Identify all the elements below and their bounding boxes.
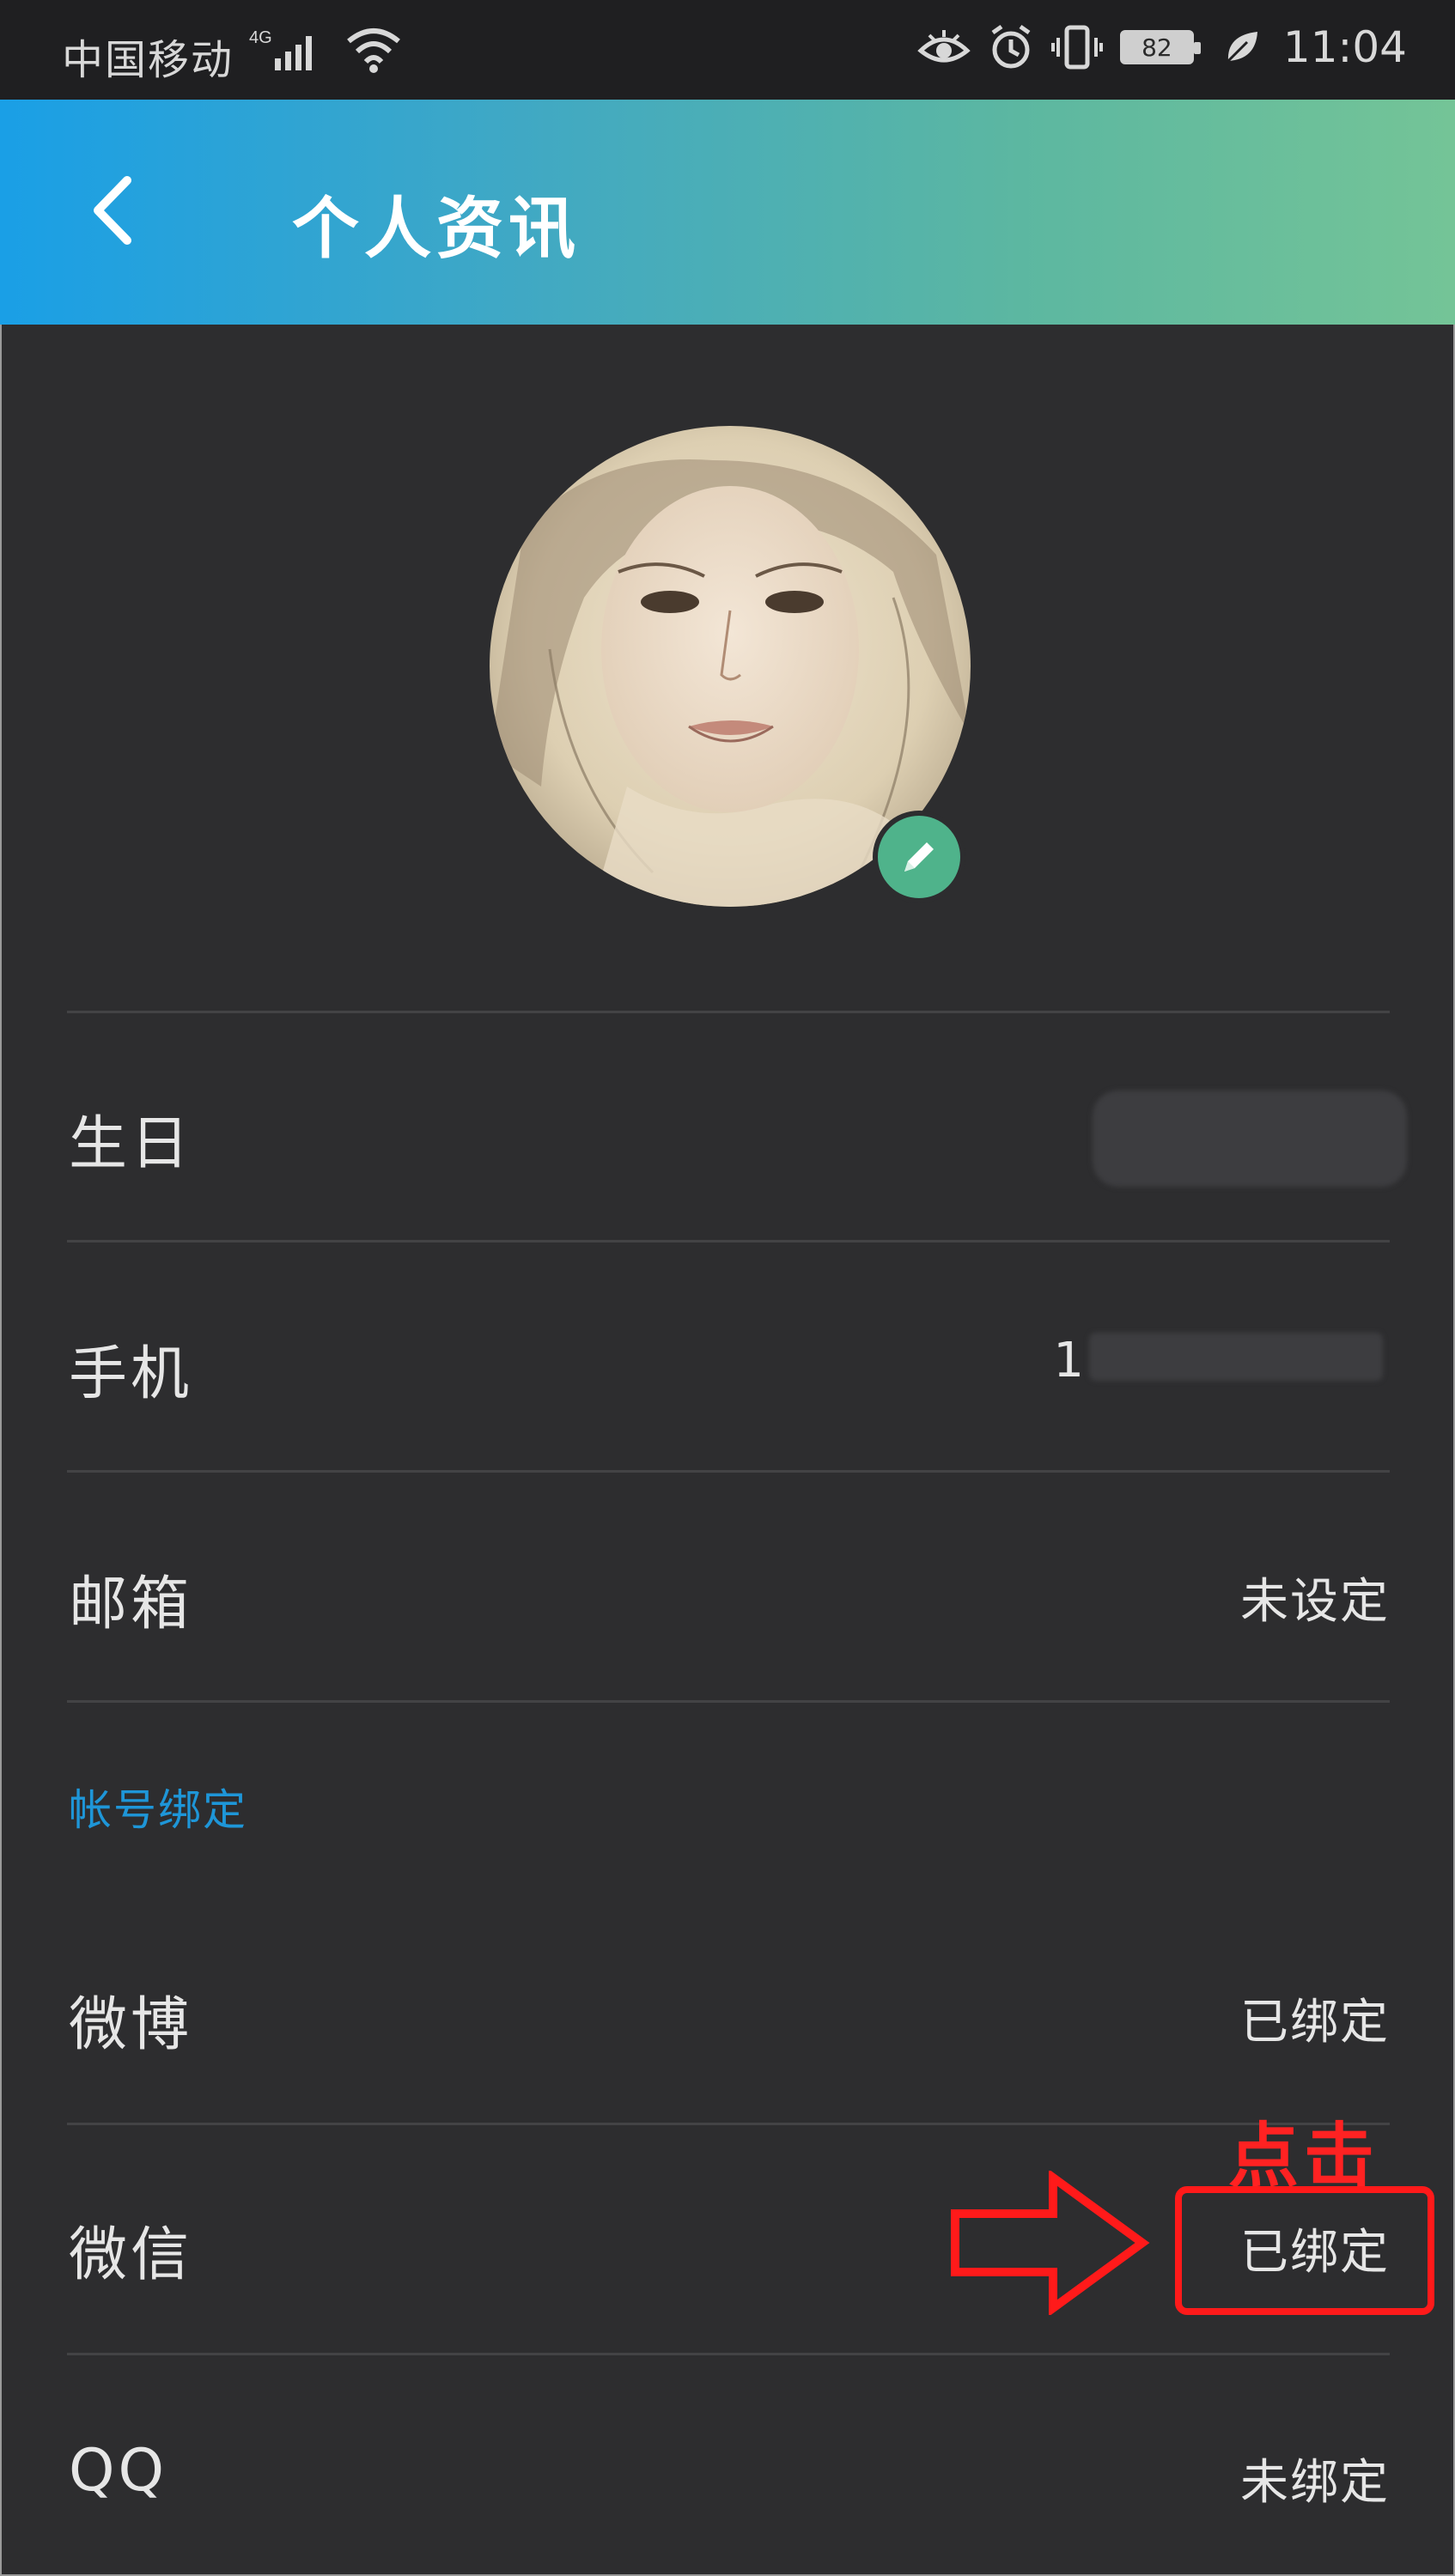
email-value: 未设定 [1240, 1574, 1390, 1630]
carrier-name: 中国移动 [62, 36, 234, 84]
phone-label: 手机 [69, 1340, 193, 1408]
phone-value: 1 [1053, 1333, 1086, 1388]
battery-icon: 82 [1119, 30, 1201, 64]
divider [67, 1700, 1390, 1703]
status-bar: 中国移动 4G 82 11:04 [0, 0, 1455, 100]
email-label: 邮箱 [69, 1571, 193, 1638]
alarm-icon [991, 24, 1031, 69]
back-icon[interactable] [79, 172, 156, 249]
network-type: 4G [249, 28, 272, 47]
divider [67, 2353, 1390, 2355]
eye-icon [917, 30, 971, 63]
app-header: 个人资讯 [0, 100, 1455, 325]
signal-icon: 4G [249, 28, 312, 70]
vibrate-icon [1050, 25, 1103, 70]
divider [67, 1470, 1390, 1473]
birthday-label: 生日 [69, 1110, 193, 1178]
qq-status[interactable]: 未绑定 [1240, 2444, 1390, 2513]
edit-avatar-button[interactable] [873, 811, 965, 903]
qq-label: QQ [69, 2437, 168, 2505]
wechat-label: 微信 [69, 2221, 193, 2289]
redacted-birthday [1093, 1091, 1407, 1187]
page-title: 个人资讯 [292, 191, 581, 268]
section-account-binding: 帐号绑定 [69, 1785, 247, 1835]
divider [67, 2123, 1390, 2125]
annotation-highlight-box [1175, 2186, 1434, 2315]
weibo-status[interactable]: 已绑定 [1240, 1984, 1390, 2053]
divider [67, 1011, 1390, 1013]
weibo-label: 微博 [69, 1991, 193, 2059]
battery-level: 82 [1141, 33, 1172, 62]
status-icons: 82 11:04 [917, 22, 1407, 72]
redacted-phone [1089, 1333, 1383, 1381]
wifi-icon [347, 28, 400, 73]
annotation-arrow-icon [951, 2171, 1150, 2315]
pencil-icon [904, 842, 934, 872]
leaf-icon [1227, 32, 1257, 63]
status-time: 11:04 [1282, 22, 1407, 72]
divider [67, 1240, 1390, 1242]
